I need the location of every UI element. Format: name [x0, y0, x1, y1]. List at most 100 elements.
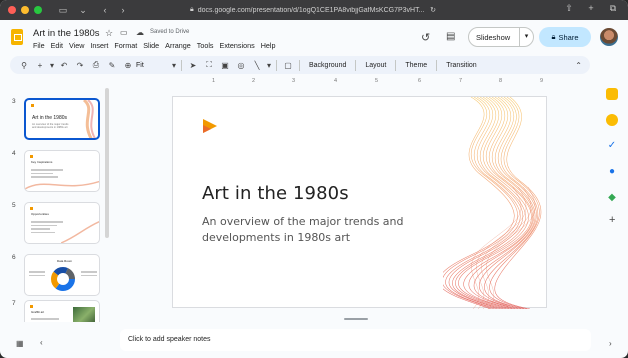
- document-title[interactable]: Art in the 1980s: [33, 28, 100, 39]
- menu-extensions[interactable]: Extensions: [220, 41, 259, 50]
- minimize-window-button[interactable]: [21, 6, 29, 14]
- menu-arrange[interactable]: Arrange: [165, 41, 195, 50]
- slide-logo-accent: [203, 125, 211, 133]
- slide-number: 7: [12, 300, 16, 307]
- shape-icon[interactable]: ◎: [233, 61, 249, 70]
- back-arrow-icon[interactable]: ‹: [98, 5, 112, 15]
- chevron-left-icon[interactable]: ‹: [40, 338, 43, 347]
- slideshow-button[interactable]: Slideshow ▾: [468, 27, 534, 47]
- slideshow-label: Slideshow: [476, 32, 511, 42]
- move-folder-icon[interactable]: ▭: [120, 28, 128, 37]
- reload-icon[interactable]: ↻: [430, 6, 436, 14]
- share-label: Share: [558, 32, 579, 42]
- new-tab-icon[interactable]: +: [584, 3, 598, 14]
- thumb-text-lines: [29, 271, 45, 278]
- thumb-logo-icon: [31, 104, 34, 107]
- slide-subtitle[interactable]: An overview of the major trends and deve…: [202, 214, 432, 246]
- slideshow-dropdown-icon[interactable]: ▾: [519, 28, 533, 46]
- menu-slide[interactable]: Slide: [143, 41, 163, 50]
- new-slide-icon[interactable]: +: [32, 61, 48, 70]
- ruler-tick: 9: [540, 78, 544, 84]
- slide-filmstrip: 3 Art in the 1980s An overview of the ma…: [0, 88, 113, 322]
- star-icon[interactable]: ☆: [105, 28, 113, 39]
- share-sheet-icon[interactable]: ⇧: [562, 3, 576, 14]
- menu-insert[interactable]: Insert: [90, 41, 112, 50]
- calendar-icon[interactable]: [606, 88, 618, 100]
- line-icon[interactable]: ╲: [249, 61, 265, 70]
- transition-button[interactable]: Transition: [440, 62, 482, 69]
- ruler-tick: 8: [499, 78, 503, 84]
- menu-format[interactable]: Format: [114, 41, 141, 50]
- thumb-logo-icon: [30, 207, 33, 210]
- image-icon[interactable]: ▣: [217, 61, 233, 70]
- slide-thumbnail-selected[interactable]: Art in the 1980s An overview of the majo…: [24, 98, 100, 140]
- add-addon-icon[interactable]: +: [609, 214, 615, 226]
- ruler-tick: 1: [212, 78, 216, 84]
- slide-thumbnail[interactable]: Opportunities: [24, 202, 100, 244]
- cloud-saved-icon: ☁: [136, 28, 144, 37]
- menu-view[interactable]: View: [69, 41, 88, 50]
- version-history-icon[interactable]: ↺: [421, 31, 430, 44]
- thumb-title: Graffiti art: [31, 310, 45, 314]
- comment-add-icon[interactable]: ▢: [280, 61, 296, 70]
- address-bar[interactable]: 🔒︎ docs.google.com/presentation/d/1ogQ1C…: [190, 3, 440, 17]
- frame-select-icon[interactable]: ⛶: [201, 60, 217, 70]
- menu-help[interactable]: Help: [261, 41, 280, 50]
- thumb-text-lines: [31, 318, 59, 322]
- search-menus-icon[interactable]: ⚲: [16, 61, 32, 70]
- notes-resize-handle[interactable]: [344, 318, 368, 320]
- background-button[interactable]: Background: [303, 62, 352, 69]
- filmstrip-scrollbar[interactable]: [105, 88, 109, 238]
- slide-canvas[interactable]: Art in the 1980s An overview of the majo…: [172, 96, 547, 309]
- slides-logo-icon[interactable]: [11, 29, 23, 45]
- slide-number: 4: [12, 150, 16, 157]
- maximize-window-button[interactable]: [34, 6, 42, 14]
- undo-icon[interactable]: ↶: [56, 61, 72, 70]
- layout-button[interactable]: Layout: [359, 62, 392, 69]
- slide-number: 5: [12, 202, 16, 209]
- menu-bar: File Edit View Insert Format Slide Arran…: [33, 41, 282, 50]
- thumb-title: Art in the 1980s: [32, 115, 68, 121]
- forward-arrow-icon[interactable]: ›: [116, 5, 130, 15]
- comments-icon[interactable]: ▤: [446, 31, 455, 42]
- grid-view-icon[interactable]: ▦: [16, 339, 24, 348]
- menu-tools[interactable]: Tools: [197, 41, 218, 50]
- maps-icon[interactable]: ◆: [606, 192, 618, 204]
- close-window-button[interactable]: [8, 6, 16, 14]
- print-icon[interactable]: ⎙: [88, 60, 104, 70]
- account-avatar[interactable]: [600, 28, 618, 46]
- divider: [436, 59, 438, 71]
- share-button[interactable]: 🔒︎ Share: [539, 27, 591, 47]
- thumb-text-lines: [81, 271, 97, 278]
- select-cursor-icon[interactable]: ➤: [185, 61, 201, 70]
- chevron-right-icon[interactable]: ›: [609, 339, 612, 348]
- thumb-title: Data Room: [57, 259, 73, 263]
- slide-thumbnail[interactable]: Graffiti art: [24, 300, 100, 322]
- slide-title[interactable]: Art in the 1980s: [202, 183, 349, 204]
- speaker-notes[interactable]: Click to add speaker notes: [120, 329, 591, 351]
- thumb-donut-chart: [51, 267, 75, 291]
- sidebar-toggle-icon[interactable]: ▭: [56, 5, 70, 16]
- browser-actions: ⇧ + ⧉: [562, 3, 620, 14]
- ruler-tick: 6: [418, 78, 422, 84]
- line-dropdown-icon[interactable]: ▾: [265, 61, 273, 70]
- zoom-dropdown-icon[interactable]: ▾: [170, 61, 178, 70]
- tab-overview-icon[interactable]: ⧉: [606, 3, 620, 14]
- chevron-up-icon[interactable]: ⌃: [575, 61, 582, 70]
- menu-file[interactable]: File: [33, 41, 49, 50]
- redo-icon[interactable]: ↷: [72, 61, 88, 70]
- contacts-icon[interactable]: ●: [606, 166, 618, 178]
- menu-edit[interactable]: Edit: [51, 41, 67, 50]
- zoom-select[interactable]: Fit: [136, 62, 170, 69]
- keep-icon[interactable]: [606, 114, 618, 126]
- slide-thumbnail[interactable]: Data Room: [24, 254, 100, 296]
- zoom-icon[interactable]: ⊕: [120, 61, 136, 70]
- new-slide-dropdown-icon[interactable]: ▾: [48, 61, 56, 70]
- url-text: docs.google.com/presentation/d/1ogQ1CE1P…: [197, 6, 425, 14]
- slide-thumbnail[interactable]: Key Inspirations: [24, 150, 100, 192]
- ruler-tick: 7: [459, 78, 463, 84]
- paint-format-icon[interactable]: ✎: [104, 61, 120, 70]
- tasks-icon[interactable]: ✓: [606, 140, 618, 152]
- chevron-down-icon[interactable]: ⌄: [76, 5, 90, 16]
- theme-button[interactable]: Theme: [399, 62, 433, 69]
